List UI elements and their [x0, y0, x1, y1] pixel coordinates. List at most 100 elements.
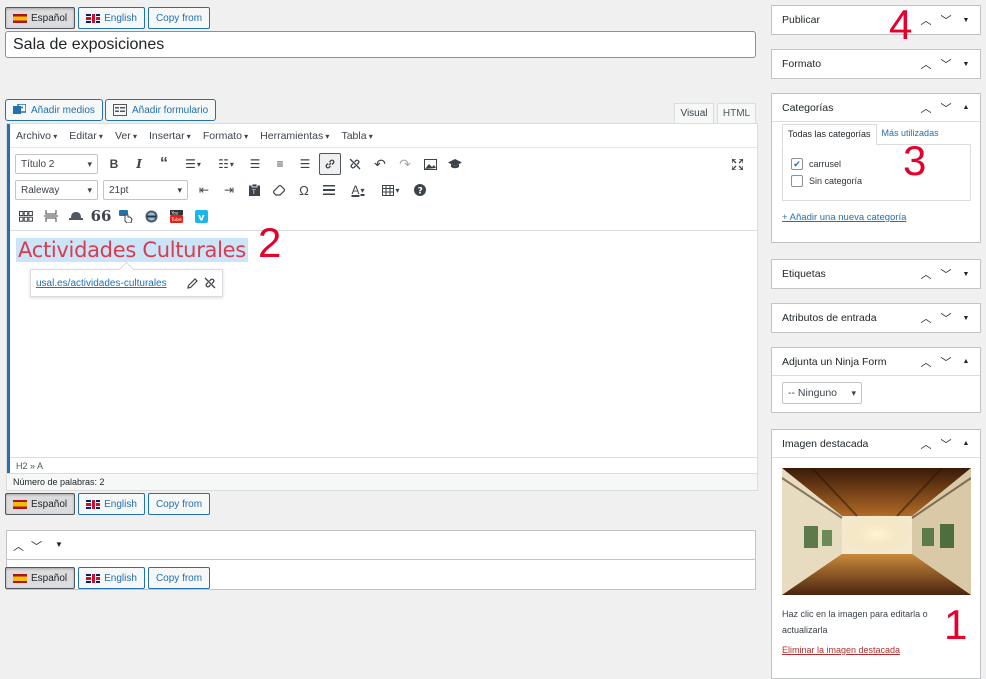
post-title-input[interactable]: Sala de exposiciones: [5, 31, 756, 58]
unlink-icon[interactable]: [344, 153, 366, 175]
tab-html[interactable]: HTML: [717, 103, 756, 124]
copy-from-button-2[interactable]: Copy from: [147, 493, 211, 515]
content-heading[interactable]: Actividades Culturales: [16, 238, 248, 262]
chevron-up-icon[interactable]: ︿: [920, 354, 932, 370]
language-english-button-3[interactable]: English: [78, 567, 145, 589]
caret-up-icon[interactable]: ▲: [960, 358, 972, 365]
chevron-down-icon[interactable]: ﹀: [940, 266, 952, 282]
chevron-down-icon[interactable]: ﹀: [940, 12, 952, 28]
redo-icon[interactable]: ↷: [394, 153, 416, 175]
quote-icon[interactable]: 66: [90, 205, 112, 227]
remove-link-icon[interactable]: [204, 277, 216, 289]
remove-featured-image-link[interactable]: Eliminar la imagen destacada: [782, 645, 900, 655]
format-panel-header[interactable]: Formato ︿ ﹀ ▼: [772, 50, 980, 78]
fullscreen-icon[interactable]: [726, 153, 748, 175]
menu-file[interactable]: Archivo: [16, 130, 63, 142]
tab-all-categories[interactable]: Todas las categorías: [782, 124, 877, 145]
undo-icon[interactable]: ↶: [369, 153, 391, 175]
chevron-down-icon[interactable]: ﹀: [940, 354, 952, 370]
bold-icon[interactable]: B: [103, 153, 125, 175]
hand-pointer-icon[interactable]: [115, 205, 137, 227]
chevron-down-icon[interactable]: ﹀: [940, 100, 952, 116]
vimeo-icon[interactable]: v: [190, 205, 212, 227]
grid-icon[interactable]: [15, 205, 37, 227]
bullet-list-icon[interactable]: ☰ ▾: [178, 153, 208, 175]
menu-table[interactable]: Tabla: [341, 130, 378, 142]
align-left-icon[interactable]: ☰: [244, 153, 266, 175]
menu-format[interactable]: Formato: [203, 130, 254, 142]
align-center-icon[interactable]: ≡: [269, 153, 291, 175]
font-family-select[interactable]: Raleway: [15, 180, 98, 200]
paste-text-icon[interactable]: T: [243, 179, 265, 201]
outdent-icon[interactable]: ⇤: [193, 179, 215, 201]
chevron-up-icon[interactable]: ︿: [920, 310, 932, 326]
ninja-form-panel-header[interactable]: Adjunta un Ninja Form ︿ ﹀ ▲: [772, 348, 980, 376]
help-icon[interactable]: ?: [409, 179, 431, 201]
tags-panel-header[interactable]: Etiquetas ︿ ﹀ ▼: [772, 260, 980, 288]
menu-insert[interactable]: Insertar: [149, 130, 197, 142]
chevron-up-icon[interactable]: ︿: [920, 56, 932, 72]
edit-pencil-icon[interactable]: [187, 277, 198, 289]
categories-panel-header[interactable]: Categorías ︿ ﹀ ▲: [772, 94, 980, 122]
chevron-up-icon[interactable]: ︿: [920, 12, 932, 28]
insert-image-icon[interactable]: [419, 153, 441, 175]
checkbox-checked[interactable]: ✔: [791, 158, 803, 170]
hat-icon[interactable]: [65, 205, 87, 227]
caret-up-icon[interactable]: ▲: [960, 104, 972, 111]
page-break-icon[interactable]: [40, 205, 62, 227]
indent-icon[interactable]: ⇥: [218, 179, 240, 201]
checkbox[interactable]: [791, 175, 803, 187]
chevron-down-icon[interactable]: ﹀: [31, 538, 42, 554]
attributes-panel-header[interactable]: Atributos de entrada ︿ ﹀ ▼: [772, 304, 980, 332]
ninja-form-select[interactable]: -- Ninguno: [782, 382, 862, 404]
chevron-up-icon[interactable]: ︿: [920, 266, 932, 282]
italic-icon[interactable]: I: [128, 153, 150, 175]
copy-from-button[interactable]: Copy from: [147, 7, 211, 29]
language-english-button-2[interactable]: English: [78, 493, 145, 515]
language-spanish-button[interactable]: Español: [5, 7, 76, 29]
numbered-list-icon[interactable]: ☷ ▾: [211, 153, 241, 175]
caret-down-icon[interactable]: ▼: [960, 61, 972, 68]
category-item-carrusel[interactable]: ✔ carrusel: [791, 158, 841, 170]
chevron-down-icon[interactable]: ﹀: [940, 310, 952, 326]
omega-icon[interactable]: Ω: [293, 179, 315, 201]
align-right-icon[interactable]: ☰: [294, 153, 316, 175]
chevron-down-icon[interactable]: ﹀: [940, 56, 952, 72]
chevron-up-icon[interactable]: ︿: [920, 100, 932, 116]
add-form-button[interactable]: Añadir formulario: [105, 99, 217, 121]
font-size-select[interactable]: 21pt: [103, 180, 188, 200]
featured-image-thumbnail[interactable]: [782, 468, 971, 595]
add-category-link[interactable]: + Añadir una nueva categoría: [782, 212, 906, 223]
link-icon[interactable]: [319, 153, 341, 175]
blockquote-icon[interactable]: “: [153, 153, 175, 175]
badge-icon[interactable]: [140, 205, 162, 227]
menu-view[interactable]: Ver: [115, 130, 143, 142]
featured-image-panel-header[interactable]: Imagen destacada ︿ ﹀ ▲: [772, 430, 980, 458]
menu-tools[interactable]: Herramientas: [260, 130, 335, 142]
editor-content-area[interactable]: Actividades Culturales usal.es/actividad…: [10, 230, 757, 458]
tab-visual[interactable]: Visual: [674, 103, 714, 124]
add-media-button[interactable]: Añadir medios: [5, 99, 103, 121]
table-icon[interactable]: ▾: [376, 179, 406, 201]
youtube-icon[interactable]: You Tube: [165, 205, 187, 227]
caret-down-icon[interactable]: ▼: [55, 540, 63, 554]
publish-panel-header[interactable]: Publicar ︿ ﹀ ▼: [772, 6, 980, 34]
caret-down-icon[interactable]: ▼: [960, 315, 972, 322]
language-spanish-button-2[interactable]: Español: [5, 493, 76, 515]
horizontal-line-icon[interactable]: [318, 179, 340, 201]
menu-edit[interactable]: Editar: [69, 130, 109, 142]
caret-down-icon[interactable]: ▼: [960, 17, 972, 24]
language-english-button[interactable]: English: [78, 7, 145, 29]
chevron-up-icon[interactable]: ︿: [13, 538, 24, 554]
graduation-cap-icon[interactable]: [444, 153, 466, 175]
language-spanish-button-3[interactable]: Español: [5, 567, 76, 589]
category-item-uncategorized[interactable]: Sin categoría: [791, 175, 862, 187]
chevron-up-icon[interactable]: ︿: [920, 436, 932, 452]
eraser-icon[interactable]: [268, 179, 290, 201]
chevron-down-icon[interactable]: ﹀: [940, 436, 952, 452]
text-color-icon[interactable]: A ▾: [343, 179, 373, 201]
caret-up-icon[interactable]: ▲: [960, 440, 972, 447]
copy-from-button-3[interactable]: Copy from: [147, 567, 211, 589]
block-format-select[interactable]: Título 2: [15, 154, 98, 174]
link-url[interactable]: usal.es/actividades-culturales: [36, 278, 167, 289]
